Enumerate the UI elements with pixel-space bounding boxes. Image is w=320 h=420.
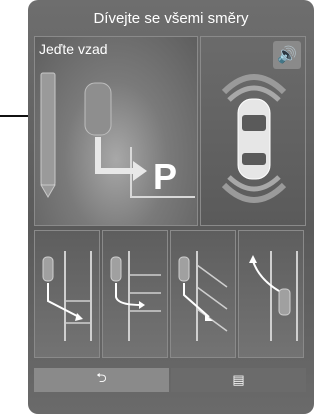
distance-gauge [40,72,56,186]
parallel-parking-icon [110,251,161,341]
back-button[interactable]: ⮌ [34,368,169,392]
parking-letter: P [153,156,177,197]
screen-title: Dívejte se všemi směry [93,10,249,27]
parking-assist-screen: Dívejte se všemi směry Jeďte vzad P 🔊 ⮌ … [28,0,314,414]
windshield [242,115,266,131]
sensor-graphic [221,74,287,203]
sensor-panel: 🔊 [200,36,306,226]
tile-angled-parking[interactable] [170,230,236,358]
guidance-panel: Jeďte vzad P [34,36,198,226]
back-arrow-icon: ⮌ [96,370,107,385]
rear-window [242,153,266,165]
perpendicular-parking-icon [42,251,92,341]
arrow-head [133,161,147,181]
top-area: Jeďte vzad P 🔊 [34,36,306,226]
bottom-nav: ⮌ ▤ [34,368,306,392]
parking-mode-selector [34,230,306,358]
tile-parallel-parking[interactable] [102,230,168,358]
menu-list-icon: ▤ [232,372,245,387]
reverse-guidance-graphic: P [40,72,195,198]
angled-parking-icon [178,251,228,341]
car-top-view-icon [237,98,271,180]
tile-exit-parking[interactable] [238,230,304,358]
front-sensor-arc [227,85,281,102]
tile-perpendicular-parking[interactable] [34,230,100,358]
menu-button[interactable]: ▤ [171,368,306,392]
car-icon [84,82,112,136]
gauge-tip [40,184,56,198]
exit-parking-icon [249,251,298,341]
reverse-arrow [95,137,135,174]
